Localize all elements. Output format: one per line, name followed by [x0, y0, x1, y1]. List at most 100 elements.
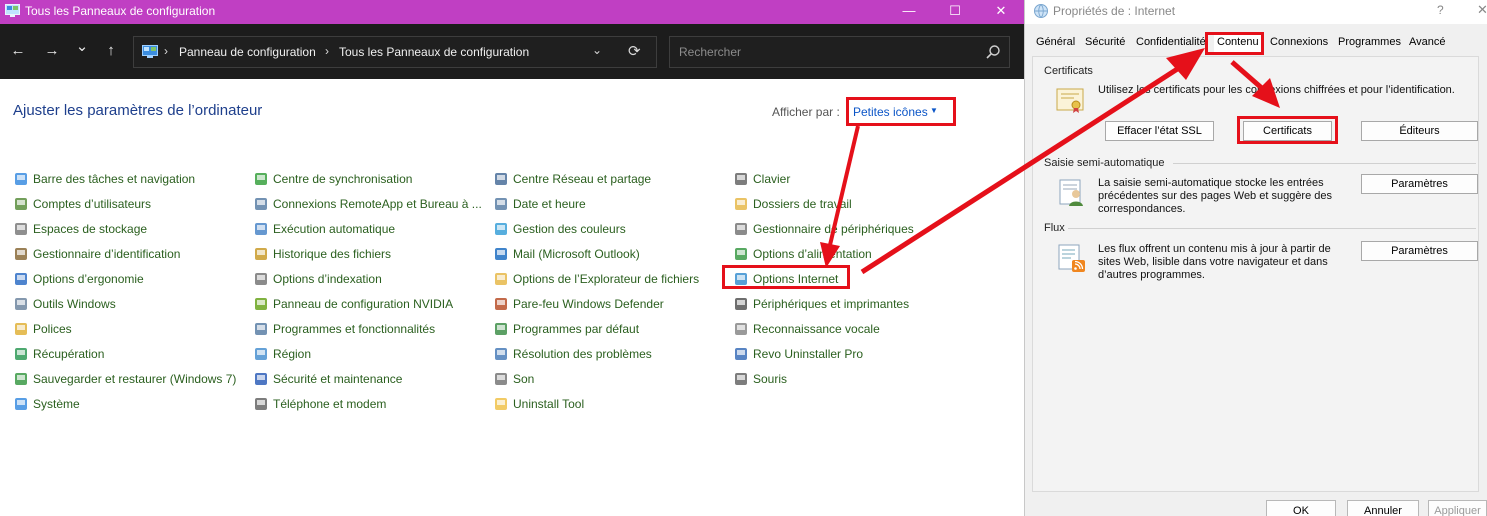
network-icon [495, 173, 507, 185]
autocomplete-text-line: précédentes sur des pages Web et suggère… [1098, 190, 1333, 202]
control-panel-item-label: Programmes par défaut [513, 322, 640, 336]
minimize-button[interactable]: — [886, 0, 932, 24]
folder-options-icon [495, 273, 507, 285]
fonts-icon [15, 323, 27, 335]
autocomplete-settings-button[interactable]: Paramètres [1361, 174, 1478, 194]
help-button[interactable]: ? [1437, 3, 1444, 17]
search-icon[interactable] [985, 44, 1001, 60]
forward-button[interactable]: → [41, 41, 63, 61]
clock-icon [495, 198, 507, 210]
work-folders-icon [735, 198, 747, 210]
remoteapp-icon [255, 198, 267, 210]
tab-advanced[interactable]: Avancé [1409, 36, 1446, 55]
window-title: Tous les Panneaux de configuration [25, 4, 216, 18]
programs-icon [255, 323, 267, 335]
region-icon [255, 348, 267, 360]
control-panel-icon [5, 4, 20, 17]
control-panel-item-label: Comptes d’utilisateurs [33, 197, 152, 211]
address-dropdown-icon[interactable]: ⌄ [592, 43, 602, 57]
refresh-icon[interactable]: ⟳ [628, 42, 641, 60]
control-panel-item-label: Outils Windows [33, 297, 116, 311]
control-panel-item-label: Dossiers de travail [753, 197, 852, 211]
security-flag-icon [255, 373, 267, 385]
control-panel-item-label: Programmes et fonctionnalités [273, 322, 436, 336]
feeds-description: Les flux offrent un contenu mis à jour à… [1098, 243, 1358, 282]
autocomplete-text-line: correspondances. [1098, 203, 1186, 215]
control-panel-item-label: Centre Réseau et partage [513, 172, 652, 186]
control-panel-item-label: Gestionnaire d’identification [33, 247, 181, 261]
control-panel-item-label: Gestionnaire de périphériques [753, 222, 914, 236]
control-panel-item-label: Sauvegarder et restaurer (Windows 7) [33, 372, 237, 386]
cancel-button[interactable]: Annuler [1347, 500, 1419, 516]
control-panel-item-label: Résolution des problèmes [513, 347, 652, 361]
dialog-titlebar: Propriétés de : Internet ? ✕ [1025, 0, 1487, 24]
highlight-box-internet-options [722, 265, 850, 289]
ok-button[interactable]: OK [1266, 500, 1336, 516]
dialog-close-button[interactable]: ✕ [1477, 2, 1487, 18]
control-panel-item-label: Son [513, 372, 535, 386]
control-panel-window: Tous les Panneaux de configuration — ☐ ✕… [0, 0, 1024, 516]
publishers-button[interactable]: Éditeurs [1361, 121, 1478, 141]
control-panel-item-label: Mail (Microsoft Outlook) [513, 247, 640, 261]
recent-locations-button[interactable]: ⌄ [71, 37, 93, 57]
tab-connections[interactable]: Connexions [1270, 36, 1328, 55]
control-panel-item-label: Historique des fichiers [273, 247, 392, 261]
storage-icon [15, 223, 27, 235]
clear-ssl-button[interactable]: Effacer l’état SSL [1105, 121, 1214, 141]
tab-privacy[interactable]: Confidentialité [1136, 36, 1206, 55]
microphone-icon [735, 323, 747, 335]
power-icon [735, 248, 747, 260]
control-panel-item-label: Panneau de configuration NVIDIA [273, 297, 454, 311]
control-panel-titlebar: Tous les Panneaux de configuration — ☐ ✕ [0, 0, 1024, 24]
maximize-button[interactable]: ☐ [932, 0, 978, 24]
tab-programs[interactable]: Programmes [1338, 36, 1401, 55]
control-panel-item-label: Date et heure [513, 197, 586, 211]
control-panel-icon [142, 45, 158, 58]
control-panel-item-label: Sécurité et maintenance [273, 372, 403, 386]
system-icon [15, 398, 27, 410]
control-panel-item-label: Barre des tâches et navigation [33, 172, 196, 186]
up-button[interactable]: ↑ [100, 41, 122, 61]
control-panel-item-label: Options d’ergonomie [33, 272, 144, 286]
keyboard-icon [735, 173, 747, 185]
certificates-description: Utilisez les certificats pour les connex… [1098, 84, 1455, 96]
highlight-box-content-tab [1205, 32, 1264, 55]
search-input[interactable]: Rechercher [669, 36, 1010, 68]
control-panel-item-label: Téléphone et modem [273, 397, 387, 411]
credential-icon [15, 248, 27, 260]
ergonomics-icon [15, 273, 27, 285]
section-divider [1173, 163, 1476, 164]
feeds-text-line: Les flux offrent un contenu mis à jour à… [1098, 243, 1331, 255]
feeds-heading: Flux [1044, 222, 1065, 234]
folder-icon [495, 398, 507, 410]
close-button[interactable]: ✕ [978, 0, 1024, 24]
file-history-icon [255, 248, 267, 260]
device-manager-icon [735, 223, 747, 235]
internet-globe-icon [1034, 4, 1048, 18]
breadcrumb-separator: › [325, 44, 329, 58]
autocomplete-text-line: La saisie semi-automatique stocke les en… [1098, 177, 1324, 189]
breadcrumb-all-panels[interactable]: Tous les Panneaux de configuration [339, 45, 529, 59]
breadcrumb-control-panel[interactable]: Panneau de configuration [179, 45, 316, 59]
feeds-settings-button[interactable]: Paramètres [1361, 241, 1478, 261]
phone-icon [255, 398, 267, 410]
back-button[interactable]: ← [7, 41, 29, 61]
recovery-icon [15, 348, 27, 360]
sound-icon [495, 373, 507, 385]
certificate-icon [1056, 88, 1084, 113]
control-panel-item-label: Exécution automatique [273, 222, 396, 236]
control-panel-item-label: Options d’indexation [273, 272, 382, 286]
tab-security[interactable]: Sécurité [1085, 36, 1125, 55]
breadcrumb-separator: › [164, 44, 168, 58]
control-panel-item-label: Système [33, 397, 80, 411]
apply-button[interactable]: Appliquer [1428, 500, 1487, 516]
control-panel-item-label: Options d’alimentation [753, 247, 872, 261]
tab-general[interactable]: Général [1036, 36, 1075, 55]
control-panel-item-label: Polices [33, 322, 72, 336]
address-bar[interactable]: › Panneau de configuration › Tous les Pa… [133, 36, 657, 68]
feeds-text-line: d’autres programmes. [1098, 269, 1205, 281]
certificates-heading: Certificats [1044, 65, 1093, 77]
control-panel-item-label: Revo Uninstaller Pro [753, 347, 864, 361]
control-panel-item-label: Région [273, 347, 312, 361]
control-panel-item-label: Uninstall Tool [513, 397, 585, 411]
